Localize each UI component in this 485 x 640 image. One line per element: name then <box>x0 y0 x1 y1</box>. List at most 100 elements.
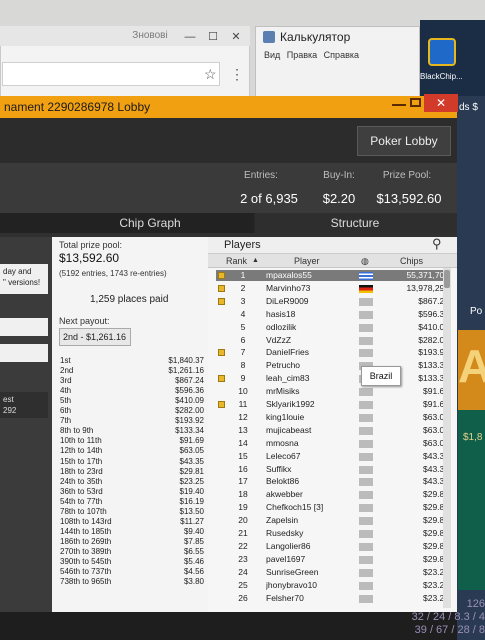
country-flag-icon[interactable] <box>359 465 373 474</box>
poker-lobby-button[interactable]: Poker Lobby <box>357 126 451 156</box>
player-row[interactable]: 5 odlozilik $410.09 <box>216 322 451 333</box>
player-row[interactable]: 13 mujicabeast $63.05 <box>216 425 451 436</box>
country-flag-icon[interactable] <box>359 517 373 526</box>
players-scrollbar[interactable] <box>443 268 451 608</box>
player-name[interactable]: king1louie <box>266 412 354 423</box>
player-row[interactable]: 20 Zapelsin $29.81 <box>216 515 451 526</box>
globe-icon[interactable]: ◍ <box>361 254 369 268</box>
country-flag-icon[interactable] <box>359 555 373 564</box>
player-row[interactable]: 4 hasis18 $596.36 <box>216 309 451 320</box>
minimize-icon[interactable]: — <box>180 28 200 46</box>
player-row[interactable]: 1 mpaxalos55 55,371,708 <box>216 270 451 282</box>
country-flag-icon[interactable] <box>359 504 373 513</box>
country-flag-icon[interactable] <box>359 297 373 306</box>
lobby-close-button[interactable]: ✕ <box>424 94 458 112</box>
col-rank[interactable]: Rank <box>226 254 247 268</box>
country-flag-icon[interactable] <box>359 439 373 448</box>
player-row[interactable]: 6 VdZzZ $282.00 <box>216 335 451 346</box>
player-row[interactable]: 14 mmosna $63.05 <box>216 438 451 449</box>
player-name[interactable]: mrMisiks <box>266 386 354 397</box>
blackchip-app-icon[interactable] <box>428 38 456 66</box>
country-flag-icon[interactable] <box>359 349 373 358</box>
player-row[interactable]: 25 jhonybravo10 $23.25 <box>216 580 451 591</box>
player-row[interactable]: 7 DanielFries $193.92 <box>216 347 451 358</box>
calculator-menu[interactable]: Вид Правка Справка <box>264 50 359 60</box>
country-flag-icon[interactable] <box>359 310 373 319</box>
country-flag-icon[interactable] <box>359 491 373 500</box>
player-row[interactable]: 9 leah_cim83 $133.34 <box>216 373 451 384</box>
player-row[interactable]: 2 Marvinho73 13,978,292 <box>216 283 451 294</box>
country-flag-icon[interactable] <box>359 284 373 293</box>
menu-dots-icon[interactable]: ⋮ <box>230 66 244 83</box>
country-flag-icon[interactable] <box>359 272 373 280</box>
player-name[interactable]: Suffikx <box>266 464 354 475</box>
player-row[interactable]: 24 SunriseGreen $23.25 <box>216 567 451 578</box>
country-flag-icon[interactable] <box>359 336 373 345</box>
player-name[interactable]: Rusedsky <box>266 528 354 539</box>
player-row[interactable]: 15 Leleco67 $43.35 <box>216 451 451 462</box>
address-bar[interactable] <box>2 62 220 86</box>
country-flag-icon[interactable] <box>359 426 373 435</box>
close-icon[interactable]: ✕ <box>226 28 246 46</box>
player-name[interactable]: VdZzZ <box>266 335 354 346</box>
player-name[interactable]: Marvinho73 <box>266 283 354 294</box>
country-flag-icon[interactable] <box>359 542 373 551</box>
country-flag-icon[interactable] <box>359 568 373 577</box>
search-icon[interactable]: ⚲ <box>432 236 442 252</box>
country-flag-icon[interactable] <box>359 452 373 461</box>
player-row[interactable]: 22 Langolier86 $29.81 <box>216 541 451 552</box>
country-flag-icon[interactable] <box>359 581 373 590</box>
player-row[interactable]: 10 mrMisiks $91.69 <box>216 386 451 397</box>
player-name[interactable]: Belokt86 <box>266 476 354 487</box>
country-flag-icon[interactable] <box>359 530 373 538</box>
blackchip-app-label[interactable]: BlackChip... <box>420 72 463 81</box>
player-name[interactable]: leah_cim83 <box>266 373 354 384</box>
player-row[interactable]: 3 DiLeR9009 $867.24 <box>216 296 451 307</box>
country-flag-icon[interactable] <box>359 323 373 332</box>
country-flag-icon[interactable] <box>359 401 373 409</box>
players-scroll-thumb[interactable] <box>444 270 450 288</box>
lobby-minimize-icon[interactable] <box>392 104 406 106</box>
country-flag-icon[interactable] <box>359 594 373 603</box>
player-name[interactable]: DiLeR9009 <box>266 296 354 307</box>
country-flag-icon[interactable] <box>359 413 373 422</box>
browser-tab[interactable]: Зновові <box>128 28 172 44</box>
player-name[interactable]: Chefkoch15 [3] <box>266 502 354 513</box>
player-name[interactable]: Felsher70 <box>266 593 354 604</box>
player-name[interactable]: DanielFries <box>266 347 354 358</box>
col-player[interactable]: Player <box>294 254 320 268</box>
player-name[interactable]: jhonybravo10 <box>266 580 354 591</box>
player-row[interactable]: 23 pavel1697 $29.81 <box>216 554 451 565</box>
player-name[interactable]: mmosna <box>266 438 354 449</box>
edge-box-blank-2 <box>0 344 48 362</box>
player-name[interactable]: SunriseGreen <box>266 567 354 578</box>
player-name[interactable]: pavel1697 <box>266 554 354 565</box>
country-flag-icon[interactable] <box>359 478 373 487</box>
player-name[interactable]: hasis18 <box>266 309 354 320</box>
player-name[interactable]: akwebber <box>266 489 354 500</box>
player-row[interactable]: 12 king1louie $63.05 <box>216 412 451 423</box>
player-name[interactable]: Langolier86 <box>266 541 354 552</box>
player-row[interactable]: 8 Petrucho $133.34 <box>216 360 451 371</box>
player-name[interactable]: mpaxalos55 <box>266 270 354 281</box>
player-row[interactable]: 11 Sklyarik1992 $91.69 <box>216 399 451 410</box>
country-flag-icon[interactable] <box>359 388 373 397</box>
player-row[interactable]: 16 Suffikx $43.35 <box>216 464 451 475</box>
player-row[interactable]: 17 Belokt86 $43.35 <box>216 476 451 487</box>
tab-structure[interactable]: Structure <box>300 213 410 233</box>
maximize-icon[interactable]: ☐ <box>203 28 223 46</box>
player-name[interactable]: Sklyarik1992 <box>266 399 354 410</box>
tab-chip-graph[interactable]: Chip Graph <box>90 213 210 233</box>
player-name[interactable]: Petrucho <box>266 360 354 371</box>
player-row[interactable]: 21 Rusedsky $29.81 <box>216 528 451 539</box>
player-row[interactable]: 19 Chefkoch15 [3] $29.81 <box>216 502 451 513</box>
player-name[interactable]: mujicabeast <box>266 425 354 436</box>
player-name[interactable]: Leleco67 <box>266 451 354 462</box>
star-icon[interactable]: ☆ <box>204 66 217 83</box>
player-name[interactable]: Zapelsin <box>266 515 354 526</box>
col-chips[interactable]: Chips <box>400 254 423 268</box>
sort-asc-icon[interactable]: ▲ <box>252 254 259 268</box>
lobby-maximize-icon[interactable] <box>410 98 421 107</box>
player-row[interactable]: 18 akwebber $29.81 <box>216 489 451 500</box>
player-name[interactable]: odlozilik <box>266 322 354 333</box>
